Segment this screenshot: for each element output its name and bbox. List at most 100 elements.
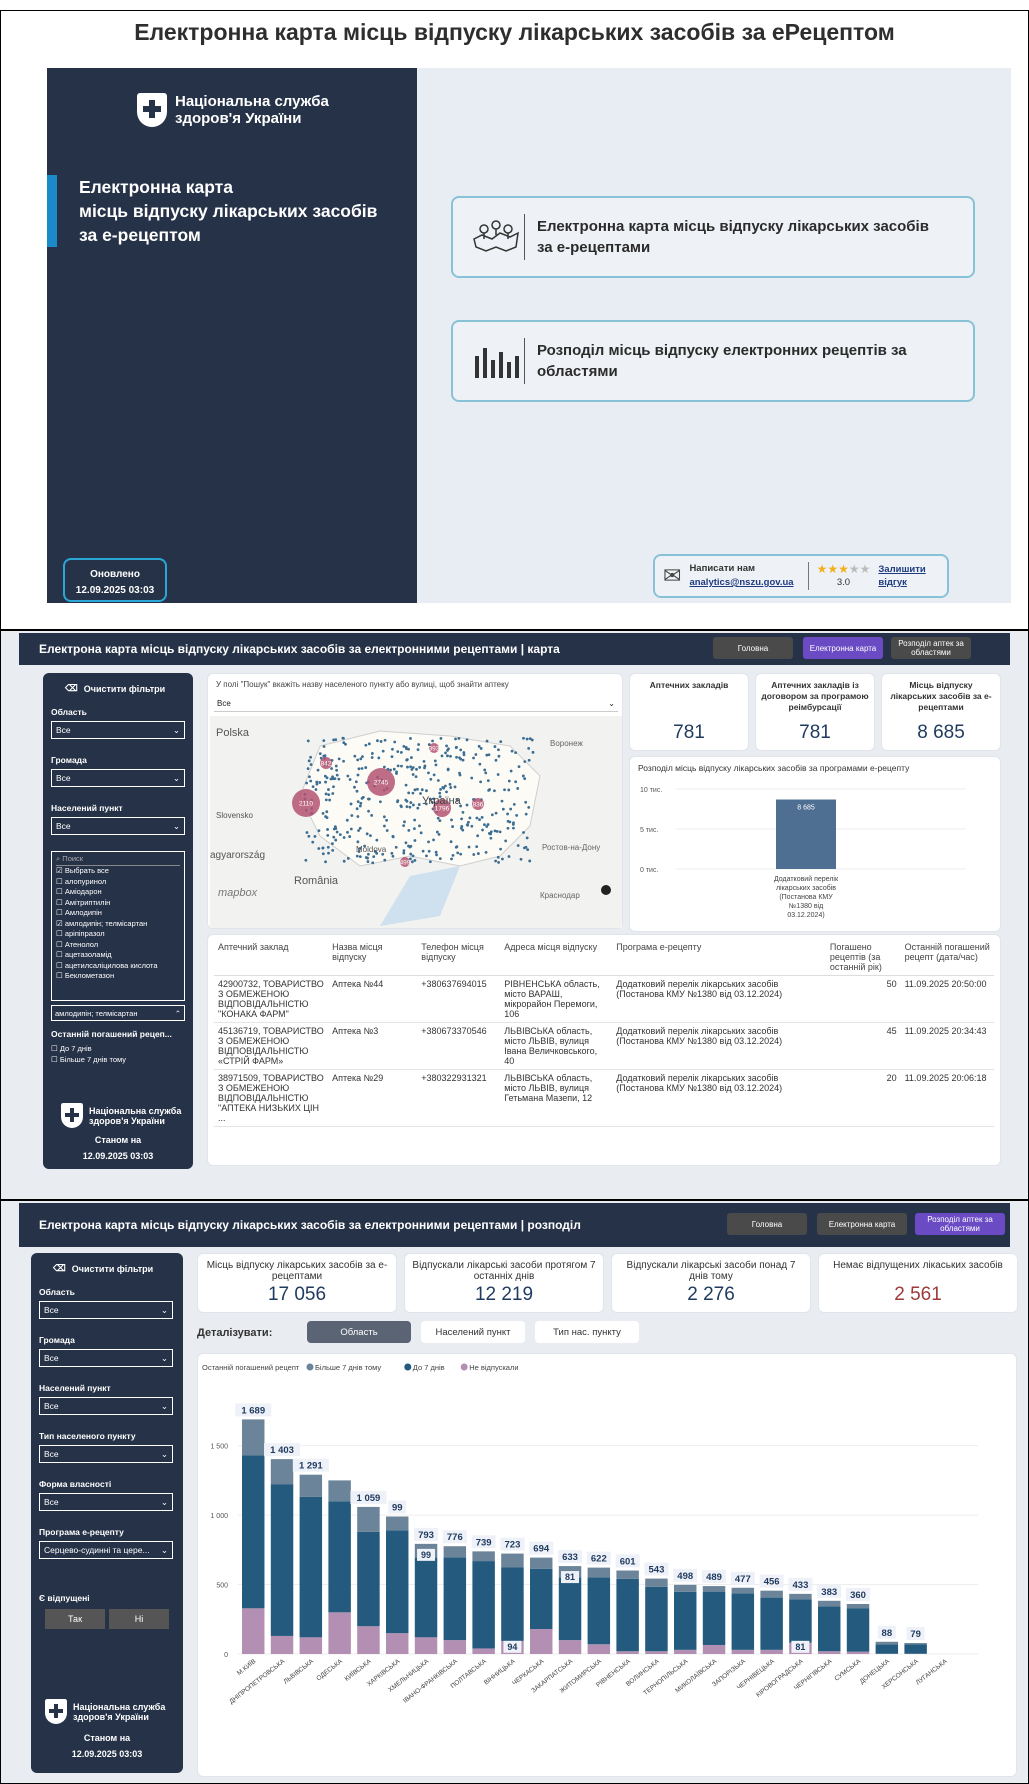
clear-filters-button[interactable]: ⌫ Очистити фільтри [53, 1263, 153, 1274]
home-button[interactable]: Головна [713, 637, 793, 659]
table-row[interactable]: 45136719, ТОВАРИСТВО З ОБМЕЖЕНОЮ ВІДПОВІ… [214, 1023, 994, 1070]
drug-list-item[interactable]: ☐ ацетазоламід [56, 950, 180, 961]
table-header-cell[interactable]: Програма е-рецепту [612, 939, 826, 976]
filter-settlement-select[interactable]: Все ⌄ [51, 817, 185, 835]
pharmacy-dot [446, 768, 450, 772]
pharmacy-dot [449, 786, 453, 789]
clear-filters-button[interactable]: ⌫ Очистити фільтри [65, 683, 165, 694]
drug-list-item[interactable]: ☐ Амлодипін [56, 908, 180, 919]
map-label-poland: Polska [216, 727, 250, 739]
cluster-count: 2745 [374, 780, 389, 787]
table-header-cell[interactable]: Останній погашений рецепт (дата/час) [901, 939, 994, 976]
drug-list-item[interactable]: ☐ алопуринол [56, 877, 180, 888]
pharmacy-dot [381, 749, 385, 753]
chevron-down-icon: ⌄ [172, 821, 180, 831]
contact-label: Написати нам [689, 563, 756, 574]
bar-segment [530, 1629, 553, 1654]
pharmacy-dot [409, 801, 413, 804]
chevron-down-icon: ⌄ [608, 699, 615, 708]
drug-list-item[interactable]: ☑ амлодипін; телмісартан [56, 919, 180, 930]
filter-select[interactable]: Все ⌄ [39, 1445, 173, 1463]
home-button[interactable]: Головна [727, 1213, 807, 1235]
bar-segment [299, 1474, 323, 1497]
pharmacy-dot [327, 851, 330, 855]
bar-segment [386, 1633, 409, 1654]
bar-total-label: 99 [392, 1503, 403, 1514]
drug-list-item[interactable]: ☐ Атенолол [56, 940, 180, 951]
feedback-link[interactable]: Залишити відгук [878, 563, 925, 589]
drug-list-item[interactable]: ☐ Амітриптилін [56, 898, 180, 909]
bar-segment [587, 1644, 611, 1654]
filter-select[interactable]: Все ⌄ [39, 1397, 173, 1415]
rating-value: 3.0 [836, 577, 851, 588]
table-header-cell[interactable]: Аптечний заклад [214, 939, 328, 976]
drug-list-item[interactable]: ☐ Аміодарон [56, 887, 180, 898]
table-row[interactable]: 38971509, ТОВАРИСТВО З ОБМЕЖЕНОЮ ВІДПОВІ… [214, 1070, 994, 1127]
pharmacy-dot [394, 845, 398, 849]
pharmacy-dot [379, 800, 382, 804]
pharmacy-dot [399, 750, 403, 754]
drug-label: Атенолол [64, 939, 99, 949]
drug-list-item[interactable]: ☑ Выбрать все [56, 866, 180, 877]
shield-cross-icon [45, 1699, 67, 1724]
tab-region[interactable]: Область [307, 1321, 411, 1343]
table-cell: 11.09.2025 20:50:00 [904, 979, 987, 989]
pharmacy-dot [437, 832, 441, 836]
search-hint: У полі "Пошук" вкажіть назву населеного … [216, 680, 509, 689]
pharmacy-dot [358, 804, 362, 808]
pharmacy-dot [507, 788, 511, 792]
pharmacy-dot [309, 763, 313, 766]
pharmacy-dot [526, 848, 530, 852]
pharmacy-dot [416, 787, 419, 791]
distribution-tab-button[interactable]: Розподіл аптек за областями [891, 637, 971, 659]
drug-list-item[interactable]: ☐ аріпіпразол [56, 929, 180, 940]
kpi-card: Немає відпущених лікаських засобів 2 561 [818, 1253, 1018, 1313]
address-search-select[interactable]: Все ⌄ [214, 696, 618, 712]
pharmacy-dot [361, 755, 364, 759]
drug-search-input[interactable]: ⌕ Поиск [56, 854, 180, 866]
bar-total-label: 1 291 [299, 1461, 323, 1472]
table-cell: РІВНЕНСЬКА область, місто ВАРАШ, мікрора… [504, 979, 600, 1019]
last-over7-checkbox[interactable]: ☐ Більше 7 днів тому [51, 1054, 126, 1065]
filter-region-select[interactable]: Все ⌄ [51, 721, 185, 739]
distribution-panel: Електрона карта місць відпуску лікарськи… [0, 1200, 1029, 1784]
table-header-cell[interactable]: Погашено рецептів (за останній рік) [826, 939, 901, 976]
dispensed-no-button[interactable]: Ні [109, 1609, 169, 1629]
checkbox-icon: ☑ [56, 918, 65, 928]
filter-select[interactable]: Все ⌄ [39, 1493, 173, 1511]
table-header-cell[interactable]: Назва місця відпуску [328, 939, 417, 976]
map-tab-button[interactable]: Електронна карта [817, 1213, 907, 1235]
pharmacy-map[interactable]: 211027458421796393836499 Polska Slovensk… [210, 716, 622, 928]
table-header-cell[interactable]: Адреса місця відпуску [500, 939, 612, 976]
distribution-tab-button[interactable]: Розподіл аптек за областями [915, 1213, 1005, 1235]
table-cell: ЛЬВІВСЬКА область, місто ЛЬВІВ, вулиця І… [504, 1026, 598, 1066]
filter-community-select[interactable]: Все ⌄ [51, 769, 185, 787]
pharmacy-dot [345, 818, 349, 822]
map-tab-button[interactable]: Електронна карта [803, 637, 883, 659]
pharmacy-dot [332, 785, 335, 789]
filter-select[interactable]: Все ⌄ [39, 1301, 173, 1319]
last-under7-checkbox[interactable]: ☐ До 7 днів [51, 1043, 126, 1054]
pharmacy-dot [441, 786, 445, 789]
bar-total-label: 622 [591, 1554, 607, 1565]
contact-email-link[interactable]: analytics@nszu.gov.ua [689, 576, 793, 590]
drug-selected[interactable]: амлодипін; телмісартан ⌃ [51, 1005, 185, 1021]
pharmacy-dot [391, 834, 395, 838]
pharmacy-dot [449, 754, 452, 758]
table-row[interactable]: 42900732, ТОВАРИСТВО З ОБМЕЖЕНОЮ ВІДПОВІ… [214, 976, 994, 1023]
table-header-cell[interactable]: Телефон місця відпуску [417, 939, 500, 976]
bar-total-label: 723 [505, 1540, 521, 1551]
y-tick-label: 1 000 [210, 1513, 228, 1520]
nav-map-button[interactable]: Електронна карта місць відпуску лікарськ… [451, 196, 975, 278]
nav-distribution-button[interactable]: Розподіл місць відпуску електронних реце… [451, 320, 975, 402]
info-icon [601, 885, 611, 895]
tab-settlement-type[interactable]: Тип нас. пункту [535, 1321, 639, 1343]
filter-select[interactable]: Все ⌄ [39, 1349, 173, 1367]
drug-list-item[interactable]: ☐ Беклометазон [56, 971, 180, 982]
pharmacy-dot [410, 768, 414, 771]
checkbox-icon: ☐ [56, 929, 65, 938]
filter-select[interactable]: Серцево-судинні та цере... ⌄ [39, 1541, 173, 1559]
drug-list-item[interactable]: ☐ ацетилсаліцилова кислота [56, 961, 180, 972]
tab-settlement[interactable]: Населений пункт [421, 1321, 525, 1343]
dispensed-yes-button[interactable]: Так [45, 1609, 105, 1629]
